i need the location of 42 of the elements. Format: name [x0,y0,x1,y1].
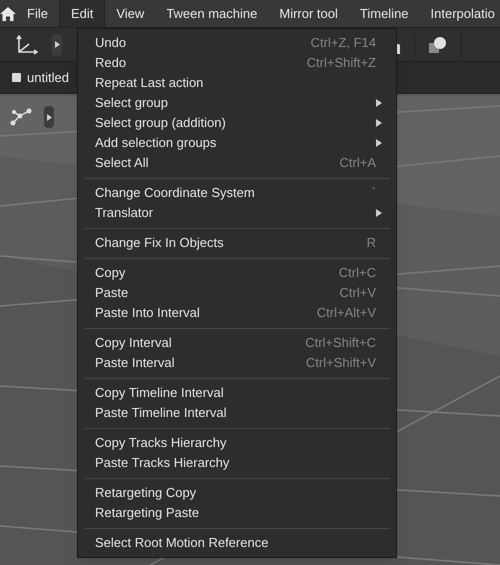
menu-item[interactable]: Change Fix In Objects R [78,233,396,253]
toolbar-dropdown-button[interactable] [52,34,62,56]
menu-item[interactable]: Select group (addition) [78,113,396,133]
menu-item[interactable]: Add selection groups [78,133,396,153]
menu-bar-item[interactable]: Tween machine [155,0,268,27]
menu-item[interactable]: Paste Timeline Interval [78,403,396,423]
menu-item[interactable]: Repeat Last action [78,73,396,93]
menu-bar-item[interactable]: Mirror tool [268,0,349,27]
caret-icon [54,41,60,48]
submenu-arrow-icon [376,209,382,217]
submenu-arrow-icon [376,119,382,127]
menu-bar-item[interactable]: View [105,0,156,27]
axes-icon [16,34,38,54]
menu-item[interactable]: Paste Into Interval Ctrl+Alt+V [78,303,396,323]
menu-bar-item[interactable]: Edit [58,0,106,27]
menu-bar-item[interactable]: File [16,0,59,27]
menu-item[interactable]: Copy Timeline Interval [78,383,396,403]
shapes-icon [429,36,447,52]
menu-item[interactable]: Retargeting Paste [78,503,396,523]
submenu-arrow-icon [376,139,382,147]
document-icon [12,73,21,82]
caret-icon [46,114,52,120]
menu-item[interactable]: Copy Interval Ctrl+Shift+C [78,333,396,353]
menu-item[interactable]: Redo Ctrl+Shift+Z [78,53,396,73]
menu-item[interactable]: Select group [78,93,396,113]
viewport-dropdown-button[interactable] [44,106,54,128]
submenu-arrow-icon [376,99,382,107]
menu-item[interactable]: Copy Ctrl+C [78,263,396,283]
menu-item[interactable]: Paste Interval Ctrl+Shift+V [78,353,396,373]
menu-item[interactable]: Paste Ctrl+V [78,283,396,303]
menu-item[interactable]: Change Coordinate System ` [78,183,396,203]
menu-item[interactable]: Select All Ctrl+A [78,153,396,173]
menu-item[interactable]: Translator [78,203,396,223]
home-icon [0,6,16,20]
menu-item[interactable]: Retargeting Copy [78,483,396,503]
menu-bar-item[interactable]: Interpolatio [420,0,500,27]
menu-item[interactable]: Copy Tracks Hierarchy [78,433,396,453]
node-graph-icon [10,108,32,126]
menu-item[interactable]: Paste Tracks Hierarchy [78,453,396,473]
menu-item[interactable]: Select Root Motion Reference [78,533,396,553]
document-tab[interactable]: untitled [27,68,69,88]
menu-bar-item[interactable]: Timeline [348,0,420,27]
